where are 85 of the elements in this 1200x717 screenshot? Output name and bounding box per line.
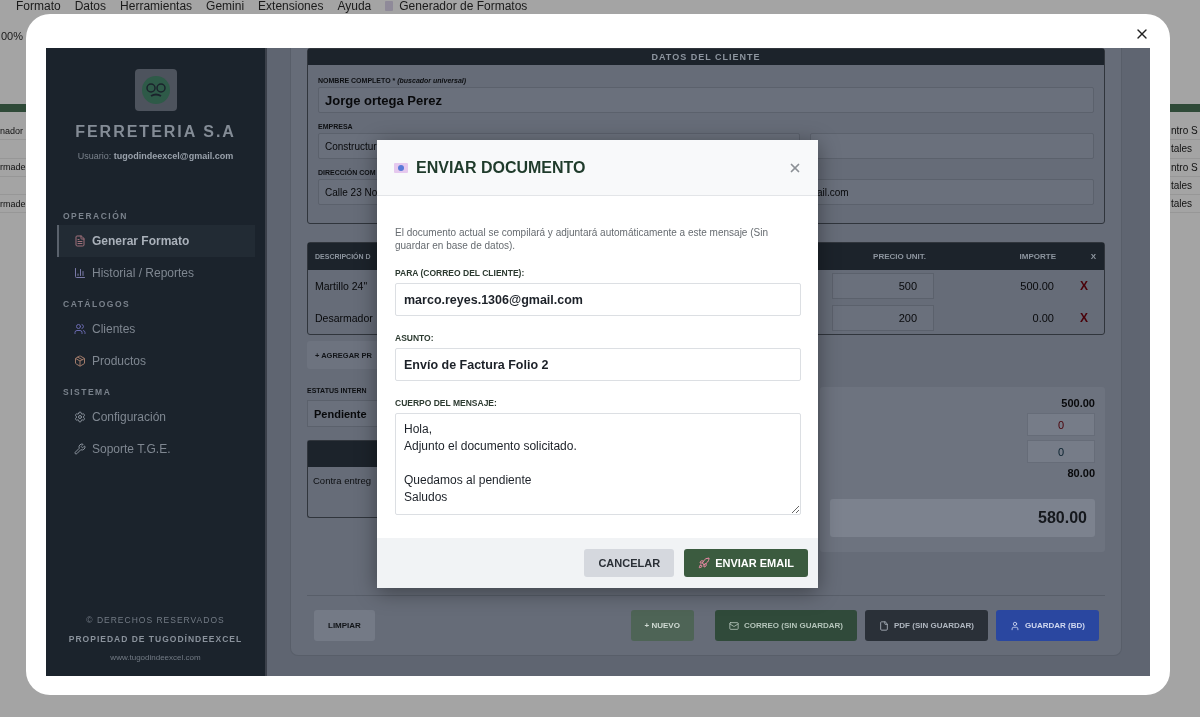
price-field[interactable]: 500 (832, 273, 934, 299)
input-field[interactable] (810, 133, 1094, 159)
sheet-cell: rmade (0, 162, 26, 173)
subtotal-value: 500.00 (1061, 397, 1095, 409)
section-title: SISTEMA (62, 387, 113, 397)
sheet-cell-text: tales (1171, 143, 1194, 155)
tax-value: 80.00 (1067, 467, 1095, 479)
nav-label: Soporte T.G.E. (92, 442, 171, 456)
panel-title: DATOS DEL CLIENTE (308, 49, 1104, 65)
footer-text: www.tugodindeexcel.com (110, 653, 201, 662)
nav-item[interactable]: Historial / Reportes (57, 257, 255, 289)
logo-icon (134, 69, 177, 111)
box-icon (74, 355, 86, 367)
sheet-cell: rmade (0, 198, 26, 209)
input-field[interactable]: marco.reyes.1306@gmail.com (395, 283, 801, 316)
total-value: 580.00 (830, 499, 1095, 537)
sheet-cell-text: tales (1171, 180, 1194, 192)
action-button[interactable]: LIMPIAR (314, 610, 375, 641)
menu-item[interactable]: Gemini (206, 0, 245, 12)
table-cell: Desarmador (315, 312, 373, 324)
action-button[interactable]: CORREO (SIN GUARDAR) (714, 610, 857, 641)
nav-item[interactable]: Soporte T.G.E. (57, 433, 255, 465)
user-info: Usuario: tugodindeexcel@gmail.com (77, 151, 234, 161)
table-cell: Martillo 24" (315, 280, 368, 292)
footer-text: © DERECHOS RESERVADOS (86, 615, 225, 625)
remove-button[interactable]: X (1080, 311, 1088, 325)
input-field[interactable]: Envío de Factura Folio 2 (395, 348, 801, 381)
sheet-icon (385, 1, 394, 11)
sheet-cell-text: ntro S (1171, 125, 1199, 137)
input-field[interactable]: Jorge ortega Perez (318, 87, 1094, 113)
rocket-icon (698, 557, 711, 569)
gear-icon (74, 411, 86, 423)
chart-icon (74, 267, 86, 279)
section-title: CATÁLOGOS (62, 299, 132, 309)
tax-rate-field[interactable]: 0 (1027, 440, 1095, 463)
nav-item[interactable]: Clientes (57, 313, 255, 345)
nav-item[interactable]: Configuración (57, 401, 255, 433)
action-button[interactable]: PDF (SIN GUARDAR) (865, 610, 988, 641)
menu-item[interactable]: Formato (16, 0, 61, 12)
nav-label: Configuración (92, 410, 167, 424)
field-label: CUERPO DEL MENSAJE: (395, 398, 498, 408)
table-cell-text: 0.00 (1031, 312, 1055, 324)
mail-icon (728, 620, 739, 631)
person-icon (1010, 620, 1020, 631)
zoom-level[interactable]: 00% (1, 30, 24, 42)
nav-label: Productos (92, 354, 147, 368)
notes-header (308, 441, 377, 467)
wrench-icon (74, 443, 86, 455)
send-button[interactable]: ENVIAR EMAIL (684, 549, 808, 577)
field-label: PARA (CORREO DEL CLIENTE): (395, 268, 526, 278)
document-icon (74, 235, 86, 247)
menu-item[interactable]: Ayuda (337, 0, 372, 12)
field-label: ASUNTO: (395, 333, 435, 343)
discount-field[interactable]: 0 (1027, 413, 1095, 436)
action-button[interactable]: GUARDAR (BD) (996, 610, 1099, 641)
table-cell-text: 500.00 (1019, 280, 1055, 292)
menu-item[interactable]: Datos (74, 0, 107, 12)
brand-name: FERRETERIA S.A (75, 123, 236, 141)
menu-item[interactable]: Extensiones (258, 0, 324, 12)
nav-label: Historial / Reportes (92, 266, 195, 280)
price-field[interactable]: 200 (832, 305, 934, 331)
action-button[interactable]: + NUEVO (630, 610, 694, 641)
column-header: X (1089, 252, 1097, 261)
column-header: PRECIO UNIT. (872, 252, 927, 261)
sheet-cell-text: tales (1171, 198, 1194, 210)
dialog-title: ENVIAR DOCUMENTO (416, 158, 586, 177)
nav-item[interactable]: Generar Formato (57, 225, 255, 257)
footer-text: PROPIEDAD DE TUGODÍNDEEXCEL (68, 634, 243, 644)
cancel-button[interactable]: CANCELAR (584, 549, 675, 577)
users-icon (74, 323, 86, 335)
envelope-icon (394, 161, 408, 174)
notes-text: Contra entreg (313, 475, 372, 486)
column-header: IMPORTE (1018, 252, 1057, 261)
sheet-cell-text: ntro S (1171, 161, 1199, 173)
menu-item[interactable]: Generador de Formatos (385, 0, 528, 12)
dialog-description: El documento actual se compilará y adjuntará automáticamente a este mensaje (Sin guardar en base de datos). (395, 226, 769, 252)
sheet-cell: nador (0, 125, 24, 136)
message-field[interactable]: Hola, Adjunto el documento solicitado. Quedamos al pendiente Saludos (395, 413, 801, 515)
file-icon (879, 620, 889, 631)
nav-label: Generar Formato (92, 234, 190, 248)
menu-item[interactable]: Herramientas (120, 0, 193, 12)
nav-item[interactable]: Productos (57, 345, 255, 377)
nav-label: Clientes (92, 322, 136, 336)
remove-button[interactable]: X (1080, 279, 1088, 293)
section-title: OPERACIÓN (62, 211, 129, 221)
